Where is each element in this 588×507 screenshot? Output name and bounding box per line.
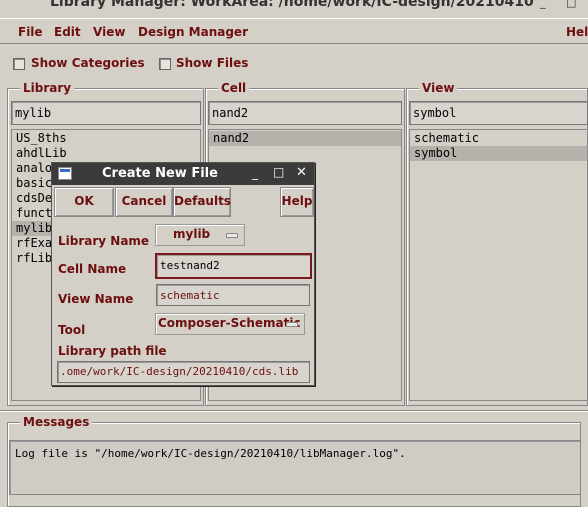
dialog-titlebar[interactable]: Create New File _ □ ✕ [52,163,314,185]
library-panel-title: Library [20,81,75,95]
list-item[interactable]: schematic [410,131,587,146]
list-item[interactable]: ahdlLib [12,146,200,161]
menubar: File Edit View Design Manager Help [0,18,588,44]
messages-title: Messages [20,415,93,429]
show-files-label: Show Files [176,56,249,70]
minimize-icon[interactable]: _ [252,166,258,180]
library-path-value: .ome/work/IC-design/20210410/cds.lib [60,365,299,378]
cell-name-value: testnand2 [160,259,220,272]
defaults-button[interactable]: Defaults [173,187,231,217]
library-path-label: Library path file [58,344,167,358]
cell-panel-title: Cell [218,81,250,95]
view-name-input[interactable]: schematic [156,284,310,306]
menu-edit[interactable]: Edit [54,25,81,39]
view-panel-title: View [419,81,458,95]
maximize-icon[interactable]: □ [566,0,576,9]
show-categories-label: Show Categories [31,56,145,70]
view-name-value: schematic [160,289,220,302]
window-title: Library Manager: WorkArea: /home/work/IC… [50,0,534,10]
library-path-input[interactable]: .ome/work/IC-design/20210410/cds.lib [57,361,310,383]
cell-filter-input[interactable]: nand2 [208,101,402,125]
minimize-icon[interactable]: _ [540,0,546,9]
show-files-checkbox[interactable] [159,58,171,70]
show-categories-checkbox[interactable] [13,58,25,70]
list-item-selected[interactable]: symbol [410,146,587,161]
tool-label: Tool [58,323,86,337]
option-indicator-icon [286,322,298,327]
close-icon[interactable]: ✕ [296,165,307,180]
dialog-title: Create New File [102,166,218,181]
tool-value: Composer-Schematic [158,316,301,330]
cell-name-label: Cell Name [58,262,127,276]
view-name-label: View Name [58,292,134,306]
pane-divider[interactable] [0,410,588,412]
menu-file[interactable]: File [18,25,43,39]
help-button[interactable]: Help [280,187,314,217]
view-list[interactable]: schematic symbol [409,129,588,401]
messages-log: Log file is "/home/work/IC-design/202104… [9,440,581,495]
ok-button[interactable]: OK [54,187,114,217]
menu-help[interactable]: Help [566,25,588,39]
library-name-label: Library Name [58,234,150,248]
window-menu-icon[interactable] [58,167,72,180]
log-line: Log file is "/home/work/IC-design/202104… [15,447,406,460]
option-indicator-icon [226,233,238,238]
menu-design-manager[interactable]: Design Manager [138,25,248,39]
cell-name-input[interactable]: testnand2 [155,253,312,279]
library-filter-input[interactable]: mylib [11,101,201,125]
menu-view[interactable]: View [93,25,125,39]
window-titlebar: Library Manager: WorkArea: /home/work/IC… [0,0,588,14]
library-name-value: mylib [173,227,211,241]
library-name-select[interactable]: mylib [155,224,245,246]
cancel-button[interactable]: Cancel [115,187,173,217]
tool-select[interactable]: Composer-Schematic [155,313,305,335]
maximize-icon[interactable]: □ [273,165,284,179]
list-item-selected[interactable]: nand2 [209,131,401,146]
list-item[interactable]: US_8ths [12,131,200,146]
view-filter-input[interactable]: symbol [409,101,588,125]
create-new-file-dialog: Create New File _ □ ✕ OK Cancel Defaults… [51,162,315,386]
